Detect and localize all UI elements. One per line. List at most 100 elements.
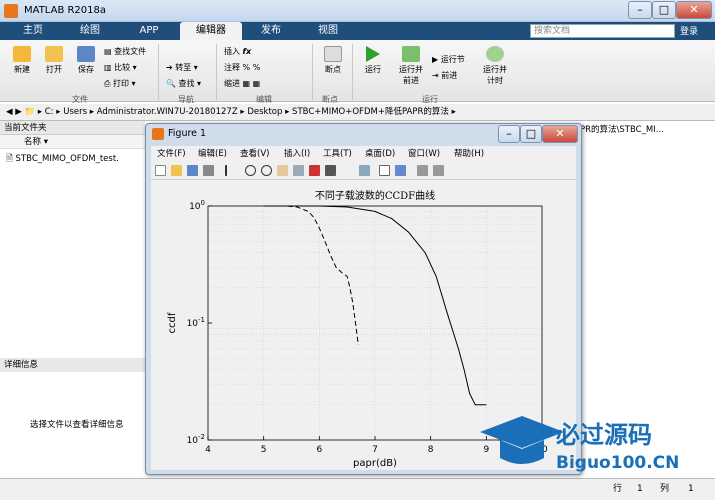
zoom-in-icon[interactable] — [245, 165, 256, 176]
zoom-out-icon[interactable] — [261, 165, 272, 176]
figure-logo-icon — [152, 128, 164, 140]
file-name: STBC_MIMO_OFDM_test. — [15, 154, 119, 164]
tab-editor[interactable]: 编辑器 — [180, 22, 242, 40]
figure-title: Figure 1 — [168, 128, 207, 139]
open-button[interactable]: 打开 — [40, 46, 68, 75]
breakpoints-button[interactable]: 断点 — [318, 46, 348, 75]
colorbar-icon[interactable] — [379, 165, 390, 176]
app-titlebar: MATLAB R2018a – □ ✕ — [0, 0, 715, 22]
watermark-text-en: Biguo100.CN — [556, 453, 679, 473]
window-title: MATLAB R2018a — [24, 5, 107, 16]
insert-button[interactable]: 插入 fx — [224, 46, 251, 57]
indent-button[interactable]: 缩进 ▦ ▦ — [224, 78, 260, 89]
file-column-header[interactable]: 名称 ▾ — [0, 135, 145, 149]
rotate-icon[interactable] — [293, 165, 304, 176]
ribbon-separator — [216, 44, 217, 100]
goto-button[interactable]: ➔ 转至 ▾ — [166, 62, 198, 73]
menu-desktop[interactable]: 桌面(D) — [365, 146, 395, 162]
tab-view[interactable]: 视图 — [300, 22, 356, 40]
figure-menubar: 文件(F) 编辑(E) 查看(V) 插入(I) 工具(T) 桌面(D) 窗口(W… — [151, 146, 576, 162]
tab-home[interactable]: 主页 — [8, 22, 58, 40]
run-advance-icon — [402, 46, 420, 62]
back-icon[interactable]: ◀ ▶ — [0, 107, 22, 117]
pan-icon[interactable] — [277, 165, 288, 176]
run-button[interactable]: 运行 — [358, 46, 388, 75]
details-header: 详细信息 — [0, 358, 145, 372]
matlab-logo-icon — [4, 4, 18, 18]
run-icon — [366, 46, 380, 62]
run-section-button[interactable]: ▶ 运行节 — [432, 54, 465, 65]
breadcrumb[interactable]: Administrator.WIN7U-20180127Z — [97, 107, 238, 117]
figure-close-button[interactable]: ✕ — [542, 125, 578, 143]
fx-icon[interactable]: fx — [243, 47, 252, 56]
breadcrumb[interactable]: Desktop — [247, 107, 282, 117]
breakpoints-label: 断点 — [325, 65, 341, 74]
brush-icon[interactable] — [325, 165, 336, 176]
ribbon-tabs: 主页 绘图 APP 编辑器 发布 视图 搜索文档 登录 — [0, 22, 715, 40]
tab-publish[interactable]: 发布 — [246, 22, 296, 40]
breadcrumb[interactable]: Users — [63, 107, 87, 117]
new-icon — [13, 46, 31, 62]
breadcrumb[interactable]: STBC+MIMO+OFDM+降低PAPR的算法 — [292, 107, 449, 117]
name-column-label: 名称 — [24, 137, 42, 147]
x-tick-label: 8 — [428, 445, 434, 455]
y-tick-label: 10-2 — [187, 433, 205, 446]
timer-icon — [486, 46, 504, 62]
find-files-button[interactable]: ▤ 查找文件 — [104, 46, 146, 57]
file-icon: 🗎 — [6, 154, 13, 164]
find-button[interactable]: 🔍 查找 ▾ — [166, 78, 201, 89]
find-label: 查找 — [178, 79, 195, 88]
run-time-label: 运行并 计时 — [483, 65, 507, 85]
breadcrumb[interactable]: C: — [45, 107, 54, 117]
menu-insert[interactable]: 插入(I) — [284, 146, 310, 162]
menu-file[interactable]: 文件(F) — [157, 146, 186, 162]
menu-help[interactable]: 帮助(H) — [454, 146, 484, 162]
figure-minimize-button[interactable]: – — [498, 125, 520, 143]
menu-tools[interactable]: 工具(T) — [323, 146, 352, 162]
folder-up-icon[interactable]: 📁 — [24, 107, 35, 117]
link-plot-icon[interactable] — [359, 165, 370, 176]
minimize-button[interactable]: – — [628, 1, 652, 19]
x-axis-label: papr(dB) — [353, 458, 397, 469]
print-button[interactable]: ⎙ 打印 ▾ — [104, 78, 136, 89]
menu-view[interactable]: 查看(V) — [240, 146, 269, 162]
address-bar[interactable]: ◀ ▶ 📁 ▸ C: ▸ Users ▸ Administrator.WIN7U… — [0, 104, 715, 121]
compare-button[interactable]: ▥ 比较 ▾ — [104, 62, 137, 73]
maximize-button[interactable]: □ — [652, 1, 676, 19]
x-tick-label: 5 — [261, 445, 267, 455]
run-advance-label: 运行并 前进 — [399, 65, 423, 85]
pointer-icon[interactable] — [225, 165, 231, 176]
tab-apps[interactable]: APP — [122, 22, 176, 40]
save-figure-icon[interactable] — [187, 165, 198, 176]
legend-icon[interactable] — [395, 165, 406, 176]
run-advance-button[interactable]: 运行并 前进 — [394, 46, 428, 86]
y-tick-label: 100 — [189, 199, 205, 212]
find-files-label: 查找文件 — [114, 47, 147, 56]
save-label: 保存 — [78, 65, 94, 74]
x-tick-label: 7 — [372, 445, 378, 455]
new-figure-icon[interactable] — [155, 165, 166, 176]
file-list-item[interactable]: 🗎 STBC_MIMO_OFDM_test. — [6, 153, 119, 167]
close-button[interactable]: ✕ — [676, 1, 712, 19]
save-icon — [77, 46, 95, 62]
run-label: 运行 — [365, 65, 381, 74]
advance-button[interactable]: ⇥ 前进 — [432, 70, 457, 81]
menu-edit[interactable]: 编辑(E) — [198, 146, 227, 162]
y-axis-label: ccdf — [167, 312, 178, 333]
show-plot-tools-icon[interactable] — [433, 165, 444, 176]
login-button[interactable]: 登录 — [680, 24, 698, 37]
open-file-icon[interactable] — [171, 165, 182, 176]
open-label: 打开 — [46, 65, 62, 74]
run-time-button[interactable]: 运行并 计时 — [478, 46, 512, 86]
menu-window[interactable]: 窗口(W) — [408, 146, 440, 162]
comment-button[interactable]: 注释 % % — [224, 62, 260, 73]
figure-maximize-button[interactable]: □ — [520, 125, 542, 143]
search-input[interactable]: 搜索文档 — [530, 24, 675, 38]
new-button[interactable]: 新建 — [8, 46, 36, 75]
save-button[interactable]: 保存 — [72, 46, 100, 75]
tab-plots[interactable]: 绘图 — [62, 22, 118, 40]
print-figure-icon[interactable] — [203, 165, 214, 176]
data-cursor-icon[interactable] — [309, 165, 320, 176]
hide-plot-tools-icon[interactable] — [417, 165, 428, 176]
new-label: 新建 — [14, 65, 30, 74]
